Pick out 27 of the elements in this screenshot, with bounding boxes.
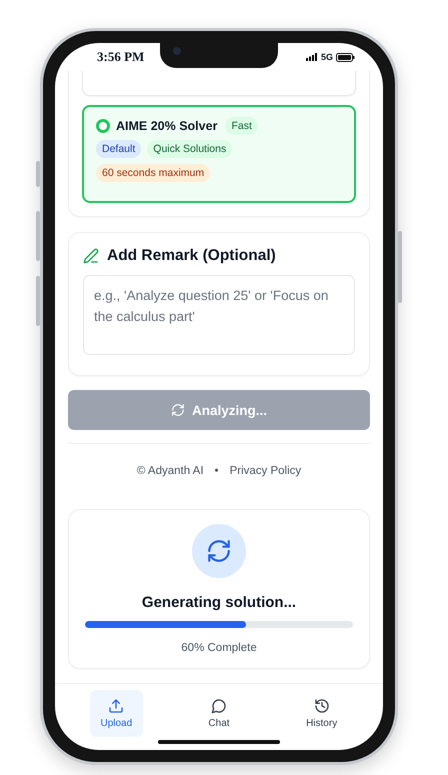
copyright-text: © Adyanth AI bbox=[136, 465, 204, 477]
chat-bubble-icon bbox=[210, 698, 227, 714]
remark-title: Add Remark (Optional) bbox=[107, 247, 276, 265]
upload-icon bbox=[108, 698, 124, 714]
solver-tag: 60 seconds maximum bbox=[96, 164, 210, 182]
speed-tag: Fast bbox=[225, 117, 258, 135]
progress-title: Generating solution... bbox=[142, 594, 296, 611]
battery-icon bbox=[336, 52, 355, 62]
refresh-icon bbox=[170, 403, 185, 417]
signal-icon bbox=[306, 53, 318, 61]
remark-field[interactable]: e.g., 'Analyze question 25' or 'Focus on the calculus part' bbox=[83, 275, 355, 355]
privacy-policy-link[interactable]: Privacy Policy bbox=[230, 465, 302, 477]
nav-tab[interactable]: History bbox=[295, 690, 348, 737]
solver-tag: Default bbox=[96, 140, 142, 158]
solver-tag: Quick Solutions bbox=[147, 140, 232, 158]
network-label: 5G bbox=[320, 52, 333, 62]
nav-tab[interactable]: Upload bbox=[90, 690, 143, 737]
history-icon bbox=[314, 698, 330, 714]
pencil-icon bbox=[83, 248, 99, 264]
solver-option[interactable]: AIME 20% Solver Fast Default Quick Solutions 60 seconds maximum bbox=[82, 105, 356, 203]
solver-title: AIME 20% Solver bbox=[116, 119, 218, 133]
nav-tab[interactable]: Chat bbox=[192, 690, 246, 737]
separator-dot: • bbox=[214, 465, 219, 477]
refresh-icon bbox=[206, 538, 232, 564]
radio-button[interactable] bbox=[96, 119, 110, 133]
progress-reading: 60% Complete bbox=[181, 642, 257, 654]
status-time: 3:56 PM bbox=[97, 49, 144, 65]
